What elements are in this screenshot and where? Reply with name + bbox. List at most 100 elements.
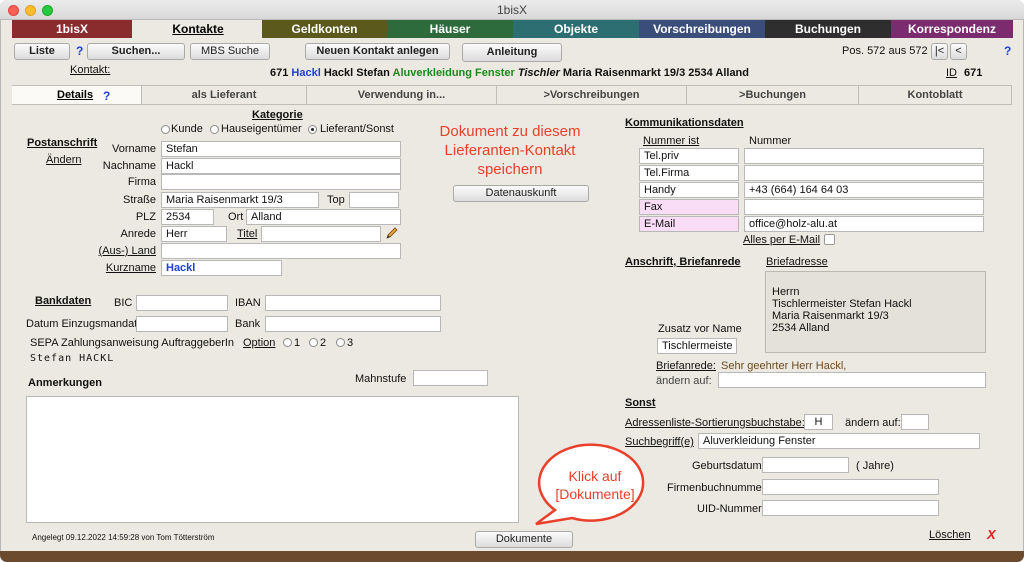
- sepa-option-radio-2[interactable]: [336, 338, 345, 347]
- top-field[interactable]: [349, 192, 399, 208]
- vorname-field[interactable]: Stefan: [161, 141, 401, 157]
- komm-type-3[interactable]: Fax: [639, 199, 739, 215]
- kommunikation-title: Kommunikationsdaten: [625, 117, 744, 129]
- bank-label: Bank: [235, 318, 261, 330]
- position-counter: Pos. 572 aus 572: [842, 45, 928, 57]
- briefadresse-label: Briefadresse: [766, 256, 828, 268]
- zusatz-field[interactable]: Tischlermeiste: [657, 338, 737, 354]
- main-tab-1bisx[interactable]: 1bisX: [12, 20, 132, 38]
- bank-field[interactable]: [265, 316, 441, 332]
- nachname-field[interactable]: Hackl: [161, 158, 401, 174]
- main-tab-korrespondenz[interactable]: Korrespondenz: [891, 20, 1013, 38]
- top-label: Top: [327, 194, 345, 206]
- annotation-save-document: Dokument zu diesem Lieferanten-Kontakt s…: [439, 123, 581, 178]
- briefanrede-override-field[interactable]: [718, 372, 986, 388]
- sepa-option-radio-0[interactable]: [283, 338, 292, 347]
- liste-button[interactable]: Liste: [14, 43, 70, 60]
- help-right-icon[interactable]: ?: [1004, 44, 1011, 58]
- plz-field[interactable]: 2534: [161, 209, 214, 225]
- kategorie-radio-2[interactable]: [308, 125, 317, 134]
- titel-field[interactable]: [261, 226, 381, 242]
- mandat-field[interactable]: [136, 316, 228, 332]
- mahnstufe-field[interactable]: [413, 370, 488, 386]
- uid-field[interactable]: [762, 500, 939, 516]
- firmenbuch-field[interactable]: [762, 479, 939, 495]
- kategorie-option-label-1: Hauseigentümer: [221, 123, 302, 135]
- sepa-option-label-2: 3: [347, 337, 354, 349]
- help-icon[interactable]: ?: [76, 44, 83, 58]
- loeschen-link[interactable]: Löschen: [929, 529, 971, 541]
- kurzname-field[interactable]: Hackl: [161, 260, 282, 276]
- komm-value-2[interactable]: +43 (664) 164 64 03: [744, 182, 984, 198]
- sub-tab-0[interactable]: Details: [12, 86, 142, 104]
- iban-label: IBAN: [235, 297, 261, 309]
- komm-type-2[interactable]: Handy: [639, 182, 739, 198]
- kategorie-radio-1[interactable]: [210, 125, 219, 134]
- edit-pencil-icon[interactable]: [384, 225, 400, 241]
- nummer-ist-header: Nummer ist: [643, 135, 700, 147]
- aendern-link[interactable]: Ändern: [46, 154, 81, 166]
- sortierung-field[interactable]: H: [804, 414, 833, 430]
- sortierung-label: Adressenliste-Sortierungsbuchstabe:: [625, 417, 805, 429]
- sub-tab-3[interactable]: >Vorschreibungen: [497, 86, 687, 104]
- komm-value-3[interactable]: [744, 199, 984, 215]
- kategorie-radio-0[interactable]: [161, 125, 170, 134]
- contact-keyword: Aluverkleidung Fenster: [392, 67, 515, 79]
- kategorie-title: Kategorie: [252, 109, 303, 121]
- bankdaten-title: Bankdaten: [35, 295, 92, 307]
- sub-tab-5[interactable]: Kontoblatt: [859, 86, 1012, 104]
- alles-email-label: Alles per E-Mail: [743, 234, 821, 246]
- suchbegriff-field[interactable]: Aluverkleidung Fenster: [698, 433, 980, 449]
- firmenbuch-label: Firmenbuchnummer: [667, 482, 766, 494]
- land-label[interactable]: (Aus-) Land: [90, 245, 156, 257]
- mahnstufe-label: Mahnstufe: [355, 373, 407, 385]
- main-tab-geldkonten[interactable]: Geldkonten: [262, 20, 387, 38]
- suchen-button[interactable]: Suchen...: [87, 43, 185, 60]
- komm-type-1[interactable]: Tel.Firma: [639, 165, 739, 181]
- main-tab-buchungen[interactable]: Buchungen: [765, 20, 891, 38]
- alles-email-checkbox[interactable]: [824, 234, 835, 245]
- neuen-kontakt-button[interactable]: Neuen Kontakt anlegen: [305, 43, 450, 60]
- auftraggeber-name: Stefan HACKL: [30, 353, 115, 364]
- delete-icon[interactable]: X: [987, 527, 996, 542]
- main-tab-vorschreibungen[interactable]: Vorschreibungen: [639, 20, 765, 38]
- sub-tab-4[interactable]: >Buchungen: [687, 86, 859, 104]
- sepa-option-radio-1[interactable]: [309, 338, 318, 347]
- komm-type-4[interactable]: E-Mail: [639, 216, 739, 232]
- main-tab-h-user[interactable]: Häuser: [387, 20, 513, 38]
- anmerkungen-title: Anmerkungen: [28, 377, 102, 389]
- anrede-field[interactable]: Herr: [161, 226, 227, 242]
- sub-tab-1[interactable]: als Lieferant: [142, 86, 307, 104]
- datenauskunft-button[interactable]: Datenauskunft: [453, 185, 589, 202]
- nav-first-button[interactable]: |<: [931, 43, 948, 60]
- anleitung-button[interactable]: Anleitung: [462, 43, 562, 62]
- main-tab-objekte[interactable]: Objekte: [513, 20, 639, 38]
- komm-type-0[interactable]: Tel.priv: [639, 148, 739, 164]
- komm-value-4[interactable]: office@holz-alu.at: [744, 216, 984, 232]
- title-bar: 1bisX: [0, 0, 1024, 20]
- firma-field[interactable]: [161, 174, 401, 190]
- main-tab-kontakte[interactable]: Kontakte: [134, 20, 262, 38]
- briefadresse-line: 2534 Alland: [772, 322, 830, 334]
- bic-field[interactable]: [136, 295, 228, 311]
- window-title: 1bisX: [496, 3, 528, 17]
- firma-label: Firma: [127, 176, 156, 188]
- details-help-icon[interactable]: ?: [103, 89, 110, 103]
- geburtsdatum-field[interactable]: [762, 457, 849, 473]
- kategorie-option-label-0: Kunde: [171, 123, 203, 135]
- anmerkungen-textarea[interactable]: [26, 396, 519, 523]
- sub-tab-2[interactable]: Verwendung in...: [307, 86, 497, 104]
- kurzname-label[interactable]: Kurzname: [90, 262, 156, 274]
- komm-value-1[interactable]: [744, 165, 984, 181]
- sort-aendern-field[interactable]: [901, 414, 929, 430]
- strasse-field[interactable]: Maria Raisenmarkt 19/3: [161, 192, 319, 208]
- ort-field[interactable]: Alland: [246, 209, 401, 225]
- briefadresse-box[interactable]: Herrn Tischlermeister Stefan Hackl Maria R…: [765, 271, 986, 353]
- option-label[interactable]: Option: [243, 337, 275, 349]
- nav-prev-button[interactable]: <: [950, 43, 967, 60]
- iban-field[interactable]: [265, 295, 441, 311]
- land-field[interactable]: [161, 243, 401, 259]
- komm-value-0[interactable]: [744, 148, 984, 164]
- titel-label[interactable]: Titel: [237, 228, 257, 240]
- mbs-suche-button[interactable]: MBS Suche: [190, 43, 270, 60]
